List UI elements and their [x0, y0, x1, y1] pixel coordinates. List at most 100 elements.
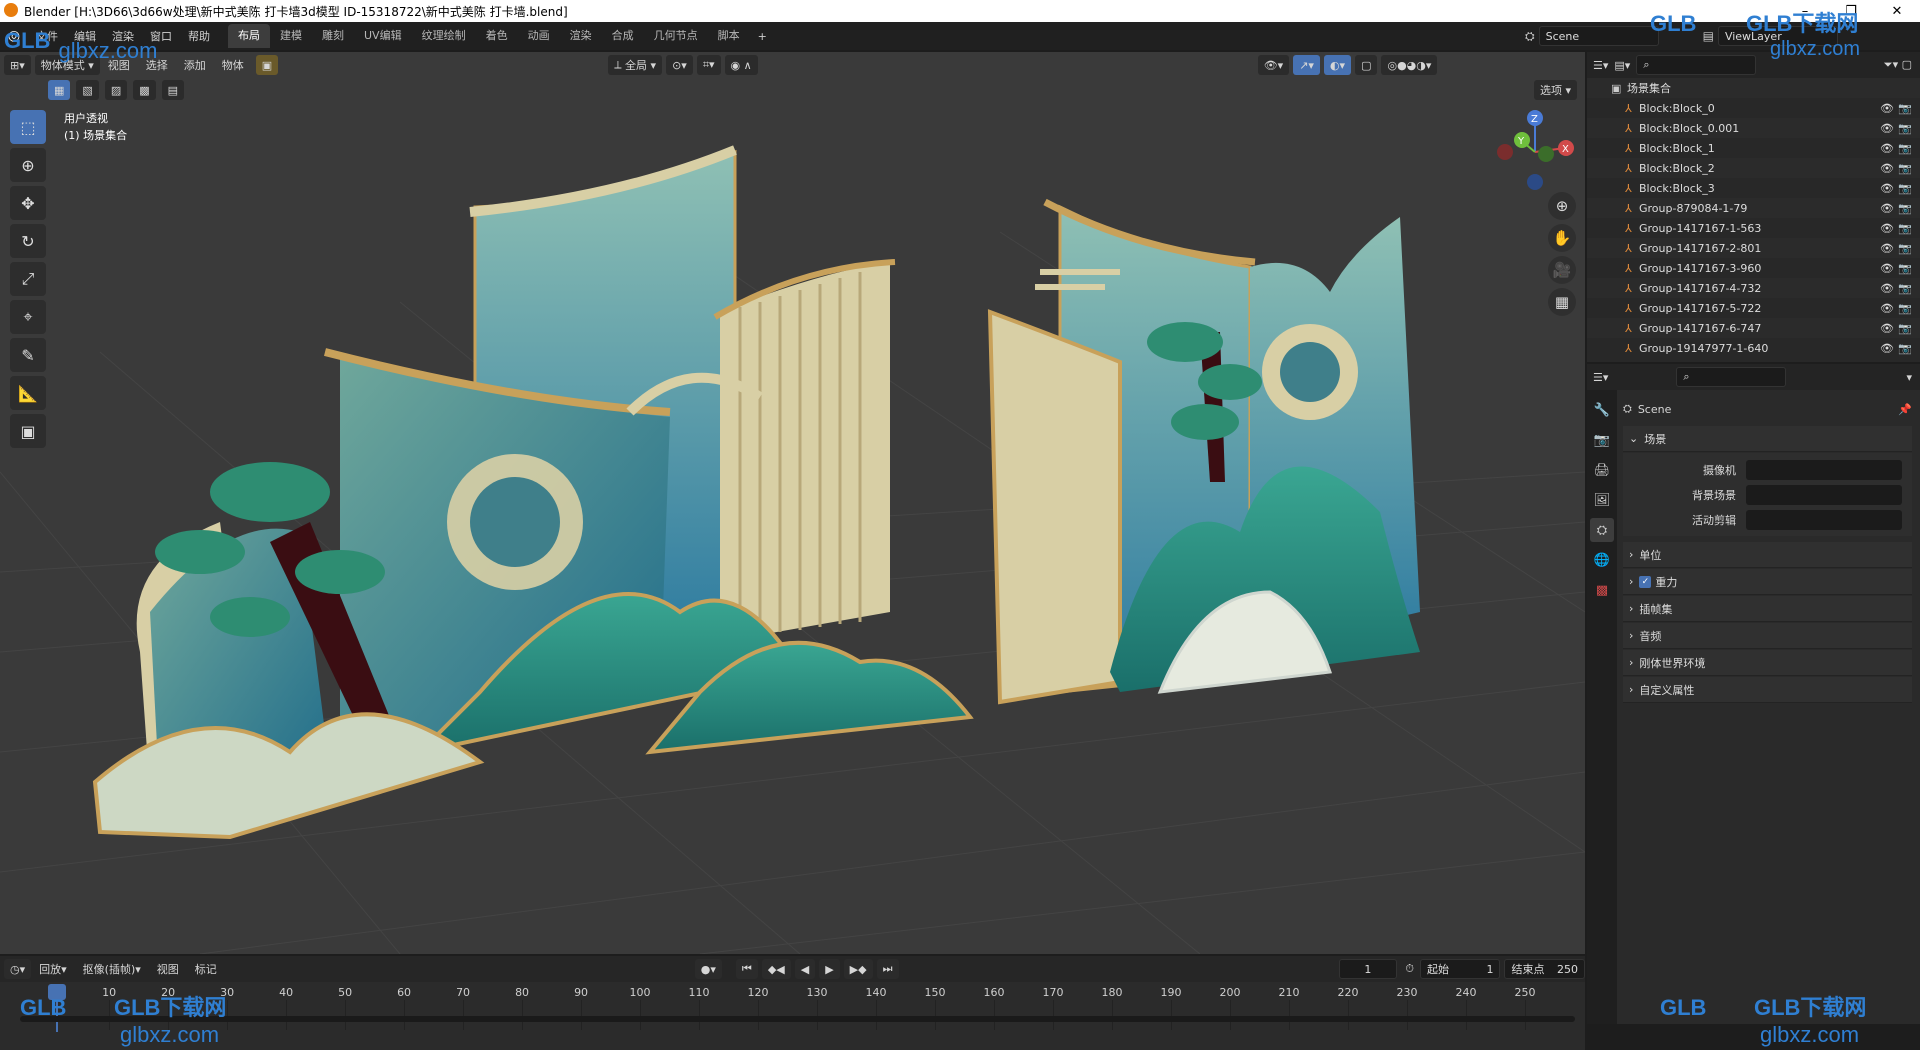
- section-scene[interactable]: ⌄ 场景: [1623, 426, 1912, 452]
- start-frame-field[interactable]: 起始 1: [1419, 959, 1501, 979]
- render-camera-icon[interactable]: 📷: [1898, 302, 1912, 315]
- list-item[interactable]: ⅄ Group-1417167-5-722 👁 📷: [1587, 298, 1920, 318]
- panel-custom-properties[interactable]: › 自定义属性: [1623, 677, 1912, 703]
- render-camera-icon[interactable]: 📷: [1898, 102, 1912, 115]
- list-item[interactable]: ⅄ Block:Block_0.001 👁 📷: [1587, 118, 1920, 138]
- list-item[interactable]: ⅄ Block:Block_2 👁 📷: [1587, 158, 1920, 178]
- eye-icon[interactable]: 👁: [1880, 142, 1894, 155]
- shading-mode-icons[interactable]: ◎●◕◑▾: [1381, 55, 1438, 75]
- outliner-display-mode-icon[interactable]: ▤▾: [1614, 59, 1630, 72]
- eye-icon[interactable]: 👁: [1880, 342, 1894, 355]
- render-camera-icon[interactable]: 📷: [1898, 322, 1912, 335]
- properties-search-input[interactable]: ⌕: [1676, 367, 1787, 387]
- navigation-gizmo[interactable]: Z X Y: [1497, 110, 1574, 190]
- properties-editor-icon[interactable]: ☰▾: [1593, 371, 1608, 384]
- zoom-icon[interactable]: ⊕: [1548, 192, 1576, 220]
- eye-icon[interactable]: 👁: [1880, 262, 1894, 275]
- eye-icon[interactable]: 👁: [1880, 182, 1894, 195]
- close-button[interactable]: ✕: [1874, 0, 1920, 22]
- pin-icon[interactable]: 📌: [1898, 403, 1912, 416]
- overlay-toggle-icon[interactable]: ◐▾: [1323, 55, 1352, 75]
- tab-rendering[interactable]: 渲染: [560, 24, 602, 48]
- list-item[interactable]: ⅄ Group-19147977-1-640 👁 📷: [1587, 338, 1920, 358]
- eye-icon[interactable]: 👁: [1880, 162, 1894, 175]
- 3d-viewport[interactable]: Z X Y: [0, 52, 1585, 954]
- eye-icon[interactable]: 👁: [1880, 202, 1894, 215]
- menu-help[interactable]: 帮助: [180, 28, 218, 44]
- end-frame-field[interactable]: 结束点 250: [1504, 959, 1585, 979]
- render-camera-icon[interactable]: 📷: [1898, 222, 1912, 235]
- jump-start-icon[interactable]: ⏮: [735, 959, 758, 979]
- eye-icon[interactable]: 👁: [1880, 302, 1894, 315]
- tab-texture-paint[interactable]: 纹理绘制: [412, 24, 476, 48]
- tab-uv-editing[interactable]: UV编辑: [354, 24, 412, 48]
- panel-audio[interactable]: › 音频: [1623, 623, 1912, 649]
- tab-modeling[interactable]: 建模: [270, 24, 312, 48]
- render-tab-icon[interactable]: 📷: [1590, 428, 1614, 452]
- select-invert-icon[interactable]: ▩: [133, 80, 156, 100]
- list-item[interactable]: ⅄ Block:Block_1 👁 📷: [1587, 138, 1920, 158]
- add-workspace-icon[interactable]: +: [750, 30, 775, 43]
- properties-options-icon[interactable]: ▾: [1906, 371, 1912, 384]
- auto-keying-icon[interactable]: ●▾: [694, 959, 722, 979]
- outliner-editor-icon[interactable]: ☰▾: [1593, 59, 1608, 72]
- panel-gravity[interactable]: › ✓ 重力: [1623, 569, 1912, 595]
- select-intersect-icon[interactable]: ▤: [161, 80, 185, 100]
- panel-units[interactable]: › 单位: [1623, 542, 1912, 568]
- render-camera-icon[interactable]: 📷: [1898, 202, 1912, 215]
- current-frame-field[interactable]: 1: [1338, 959, 1398, 979]
- visibility-icon[interactable]: 👁▾: [1257, 55, 1290, 75]
- menu-add[interactable]: 添加: [176, 57, 214, 73]
- render-camera-icon[interactable]: 📷: [1898, 242, 1912, 255]
- list-item[interactable]: ⅄ Group-879084-1-79 👁 📷: [1587, 198, 1920, 218]
- scene-field[interactable]: Scene: [1538, 26, 1659, 46]
- play-icon[interactable]: ▶: [819, 959, 840, 979]
- eye-icon[interactable]: 👁: [1880, 322, 1894, 335]
- scene-icon[interactable]: ⛭: [1525, 29, 1535, 44]
- scene-tab-icon[interactable]: ⛭: [1590, 518, 1614, 542]
- menu-playback[interactable]: 回放▾: [31, 961, 75, 977]
- pivot-icon[interactable]: ⊙▾: [666, 55, 693, 75]
- render-camera-icon[interactable]: 📷: [1898, 142, 1912, 155]
- add-cube-tool-icon[interactable]: ▣: [10, 414, 46, 448]
- menu-timeline-view[interactable]: 视图: [149, 961, 187, 977]
- render-camera-icon[interactable]: 📷: [1898, 282, 1912, 295]
- select-subtract-icon[interactable]: ▨: [104, 80, 128, 100]
- tab-layout[interactable]: 布局: [228, 24, 270, 48]
- select-box-icon[interactable]: ▦: [48, 80, 71, 100]
- panel-keying-sets[interactable]: › 插帧集: [1623, 596, 1912, 622]
- timeline-scrollbar[interactable]: [20, 1016, 1575, 1022]
- panel-rigid-body-world[interactable]: › 刚体世界环境: [1623, 650, 1912, 676]
- move-tool-icon[interactable]: ✥: [10, 186, 46, 220]
- annotate-tool-icon[interactable]: ✎: [10, 338, 46, 372]
- tab-geometry-nodes[interactable]: 几何节点: [644, 24, 708, 48]
- scale-tool-icon[interactable]: ⤢: [10, 262, 46, 296]
- background-scene-field[interactable]: [1746, 484, 1902, 505]
- eye-icon[interactable]: 👁: [1880, 242, 1894, 255]
- play-reverse-icon[interactable]: ◀: [794, 959, 816, 979]
- snap-icon[interactable]: ⌗▾: [696, 55, 721, 75]
- list-item[interactable]: ⅄ Group-1417167-4-732 👁 📷: [1587, 278, 1920, 298]
- texture-tab-icon[interactable]: ▩: [1590, 578, 1614, 602]
- list-item[interactable]: ⅄ Block:Block_0 👁 📷: [1587, 98, 1920, 118]
- render-camera-icon[interactable]: 📷: [1898, 342, 1912, 355]
- list-item[interactable]: ⅄ Group-1417167-2-801 👁 📷: [1587, 238, 1920, 258]
- measure-tool-icon[interactable]: 📐: [10, 376, 46, 410]
- outliner-filter-icon[interactable]: ⏷▾ ▢: [1884, 58, 1912, 72]
- eye-icon[interactable]: 👁: [1880, 282, 1894, 295]
- camera-view-icon[interactable]: 🎥: [1548, 256, 1576, 284]
- active-clip-field[interactable]: [1746, 509, 1902, 530]
- tab-sculpting[interactable]: 雕刻: [312, 24, 354, 48]
- gizmo-toggle-icon[interactable]: ↗▾: [1293, 55, 1320, 75]
- select-tool-icon[interactable]: ⬚: [10, 110, 46, 144]
- camera-field[interactable]: [1746, 459, 1902, 480]
- tab-compositing[interactable]: 合成: [602, 24, 644, 48]
- transform-orientation-dropdown[interactable]: ⟂ 全局 ▾: [608, 55, 663, 75]
- xray-icon[interactable]: ▢: [1355, 55, 1378, 75]
- fbx-import-icon[interactable]: ▣: [255, 55, 279, 75]
- render-camera-icon[interactable]: 📷: [1898, 162, 1912, 175]
- outliner-root-collection[interactable]: ▣ 场景集合: [1587, 78, 1920, 98]
- tool-tab-icon[interactable]: 🔧: [1590, 398, 1614, 422]
- next-keyframe-icon[interactable]: ▶◆: [843, 959, 873, 979]
- list-item[interactable]: ⅄ Group-1417167-1-563 👁 📷: [1587, 218, 1920, 238]
